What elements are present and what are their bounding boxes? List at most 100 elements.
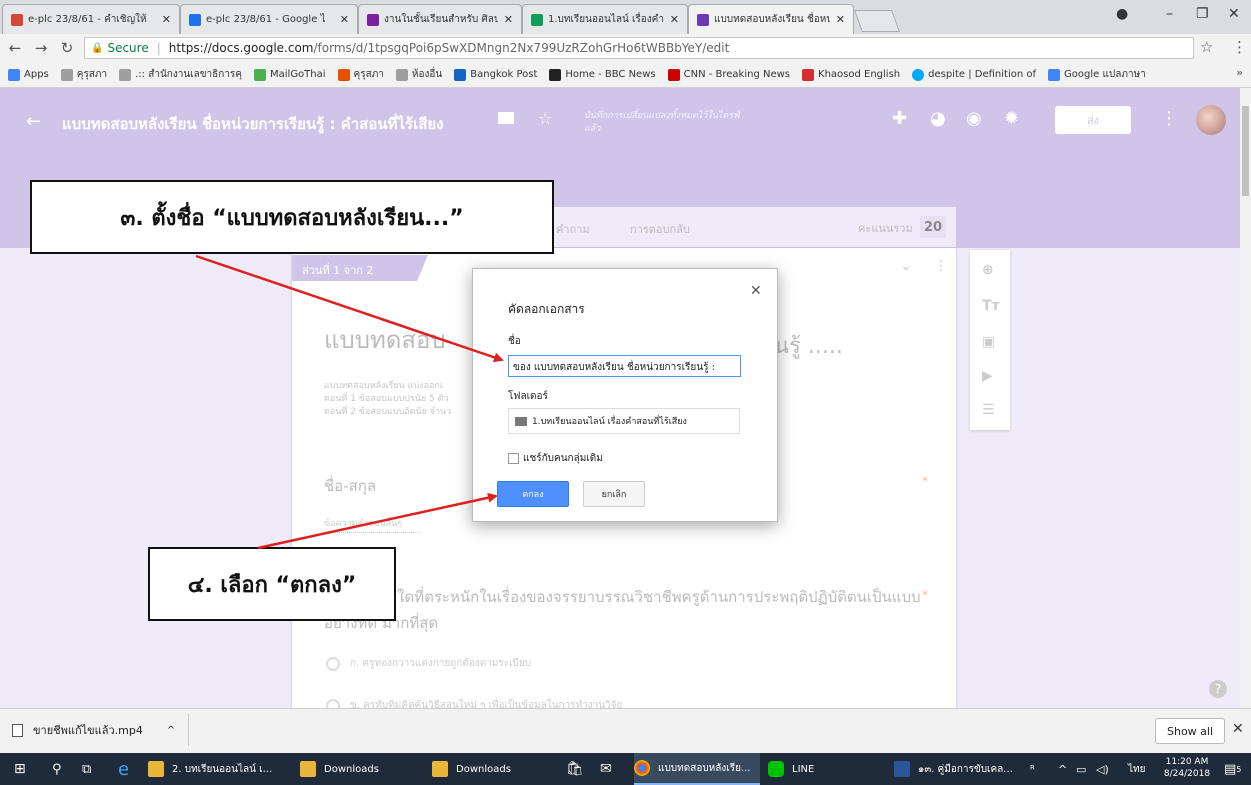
- preview-eye-icon[interactable]: ◉: [966, 108, 982, 129]
- mail-icon[interactable]: ✉: [600, 753, 612, 785]
- page-icon: [119, 68, 132, 81]
- tab-responses[interactable]: การตอบกลับ: [630, 220, 690, 238]
- form-title[interactable]: แบบทดสอบ: [324, 320, 446, 359]
- folder-picker[interactable]: 1.บทเรียนออนไลน์ เรื่องคำสอนที่ไร้เสียง: [508, 408, 740, 434]
- bookmark-item[interactable]: ห้องอื่น: [395, 67, 442, 82]
- add-title-icon[interactable]: Tт: [982, 298, 1000, 314]
- option-1[interactable]: ก. ครูทองกวาวแต่งกายถูกต้องตามระเบียบ: [326, 656, 531, 671]
- browser-tab-4[interactable]: 1.บทเรียนออนไลน์ เรื่องคำสอ ✕: [522, 4, 688, 34]
- show-all-button[interactable]: Show all: [1155, 718, 1225, 744]
- network-icon[interactable]: ▭: [1076, 753, 1086, 785]
- bookmark-label: Bangkok Post: [470, 69, 538, 80]
- store-icon[interactable]: 🛍: [566, 753, 584, 785]
- notification-icon[interactable]: ▤ 5: [1224, 753, 1241, 785]
- bookmark-item[interactable]: Home - BBC News: [549, 68, 656, 81]
- clock[interactable]: 11:20 AM 8/24/2018: [1160, 756, 1214, 780]
- close-download-bar-icon[interactable]: ✕: [1232, 721, 1244, 737]
- tab-questions[interactable]: คำถาม: [556, 220, 590, 238]
- reload-icon[interactable]: ↻: [56, 39, 78, 57]
- taskbar-app-2[interactable]: Downloads: [300, 753, 379, 785]
- browser-tab-3[interactable]: งานในชั้นเรียนสำหรับ ศิลปะไ ✕: [358, 4, 522, 34]
- profile-icon[interactable]: ●: [1116, 6, 1128, 22]
- bookmark-label: คุรุสภา: [76, 69, 108, 80]
- bookmark-item[interactable]: คุรุสภา: [60, 67, 108, 82]
- form-description[interactable]: แบบทดสอบหลังเรียน แบ่งออกเ ตอนที่ 1 ข้อส…: [324, 380, 464, 419]
- browser-tab-2[interactable]: e-plc 23/8/61 - Google ไ ✕: [180, 4, 358, 34]
- share-checkbox[interactable]: [508, 453, 519, 464]
- maximize-icon[interactable]: ❐: [1196, 6, 1209, 22]
- tray-chevron-icon[interactable]: ^: [1058, 753, 1067, 785]
- browser-menu-icon[interactable]: ⋮: [1232, 38, 1247, 56]
- language-indicator[interactable]: ไทย: [1128, 753, 1145, 785]
- avatar[interactable]: [1196, 105, 1226, 135]
- close-icon[interactable]: ✕: [750, 283, 762, 299]
- windows-start-icon[interactable]: ⊞: [14, 753, 26, 785]
- help-icon[interactable]: ?: [1209, 680, 1227, 698]
- bookmark-item[interactable]: CNN - Breaking News: [667, 68, 790, 81]
- back-icon[interactable]: ←: [4, 39, 26, 57]
- ok-button[interactable]: ตกลง: [497, 481, 569, 507]
- task-view-icon[interactable]: ⧉: [82, 753, 91, 785]
- collapse-icon[interactable]: ⌄: [900, 258, 912, 274]
- star-icon[interactable]: ☆: [538, 109, 552, 128]
- chevron-up-icon[interactable]: ^: [167, 725, 175, 736]
- bookmark-apps[interactable]: Apps: [8, 68, 49, 81]
- add-question-icon[interactable]: ⊕: [982, 262, 994, 278]
- search-icon[interactable]: ⚲: [52, 753, 62, 785]
- bookmark-item[interactable]: Khaosod English: [802, 68, 900, 81]
- taskbar-app-line[interactable]: LINE: [768, 753, 814, 785]
- bookmark-item[interactable]: MailGoThai: [254, 68, 326, 81]
- taskbar-app-chrome[interactable]: แบบทดสอบหลังเรีย...: [634, 753, 761, 785]
- back-arrow-icon[interactable]: ←: [26, 111, 41, 132]
- share-checkbox-row[interactable]: แชร์กับคนกลุ่มเดิม: [508, 451, 603, 466]
- copy-name-input[interactable]: ของ แบบทดสอบหลังเรียน ชื่อหน่วยการเรียนร…: [508, 355, 741, 377]
- more-bookmarks-icon[interactable]: »: [1236, 66, 1243, 79]
- radio-button[interactable]: [326, 656, 340, 671]
- cancel-button[interactable]: ยกเลิก: [583, 481, 645, 507]
- browser-tab-5-active[interactable]: แบบทดสอบหลังเรียน ชื่อหน่ว ✕: [688, 4, 854, 34]
- forward-icon[interactable]: →: [30, 39, 52, 57]
- close-icon[interactable]: ✕: [340, 13, 349, 26]
- add-video-icon[interactable]: ▶: [982, 368, 993, 384]
- add-image-icon[interactable]: ▣: [982, 334, 995, 350]
- taskbar-app-3[interactable]: Downloads: [432, 753, 511, 785]
- bookmark-item[interactable]: Google แปลภาษา: [1048, 67, 1146, 82]
- folder-icon[interactable]: [498, 112, 514, 124]
- url-input[interactable]: 🔒 Secure | https://docs.google.com/forms…: [84, 37, 1194, 59]
- bookmark-item[interactable]: .:: สำนักงานเลขาธิการคุ: [119, 67, 242, 82]
- bookmark-item[interactable]: despite | Definition of: [912, 68, 1036, 81]
- total-score-value: 20: [920, 216, 946, 238]
- more-options-icon[interactable]: ⋮: [1160, 108, 1178, 129]
- close-icon[interactable]: ✕: [504, 13, 513, 26]
- question-2[interactable]: ข้อใดในข้อใดที่ตระหนักในเรื่องของจรรยาบร…: [324, 584, 924, 636]
- taskbar-app-1[interactable]: 2. บทเรียนออนไลน์ เ...: [148, 753, 272, 785]
- download-filename: ขายชีพแก้ไขแล้ว.mp4: [33, 724, 143, 737]
- download-item[interactable]: ขายชีพแก้ไขแล้ว.mp4 ^: [12, 721, 175, 739]
- form-doc-title[interactable]: แบบทดสอบหลังเรียน ชื่อหน่วยการเรียนรู้ :…: [62, 112, 443, 136]
- scrollbar-thumb[interactable]: [1242, 106, 1249, 196]
- close-icon[interactable]: ✕: [836, 13, 845, 26]
- palette-icon[interactable]: ◕: [930, 108, 946, 129]
- bookmark-item[interactable]: คุรุสภา: [337, 67, 384, 82]
- settings-gear-icon[interactable]: ✹: [1004, 108, 1019, 129]
- new-tab-button[interactable]: [853, 10, 901, 32]
- bookmark-label: Apps: [24, 69, 49, 80]
- volume-icon[interactable]: ◁): [1096, 753, 1109, 785]
- window-close-icon[interactable]: ✕: [1228, 6, 1240, 22]
- minimize-icon[interactable]: –: [1166, 6, 1173, 22]
- bookmark-star-icon[interactable]: ☆: [1200, 38, 1213, 56]
- url-host: https://docs.google.com: [168, 41, 314, 55]
- edge-icon[interactable]: e: [118, 753, 129, 785]
- send-button[interactable]: ส่ง: [1055, 106, 1131, 134]
- browser-tab-1[interactable]: e-plc 23/8/61 - คำเชิญให้ ✕: [2, 4, 180, 34]
- addons-puzzle-icon[interactable]: ✚: [892, 108, 907, 129]
- taskbar-app-word[interactable]: ๑๓. คู่มือการขับเคล...: [894, 753, 1013, 785]
- divider: |: [156, 41, 161, 55]
- section-more-icon[interactable]: ⋮: [934, 258, 948, 274]
- close-icon[interactable]: ✕: [670, 13, 679, 26]
- question-name[interactable]: ชื่อ-สกุล: [324, 474, 376, 498]
- bookmark-item[interactable]: Bangkok Post: [454, 68, 538, 81]
- people-icon[interactable]: ᴿ: [1030, 753, 1035, 785]
- add-section-icon[interactable]: ☰: [982, 402, 995, 418]
- close-icon[interactable]: ✕: [162, 13, 171, 26]
